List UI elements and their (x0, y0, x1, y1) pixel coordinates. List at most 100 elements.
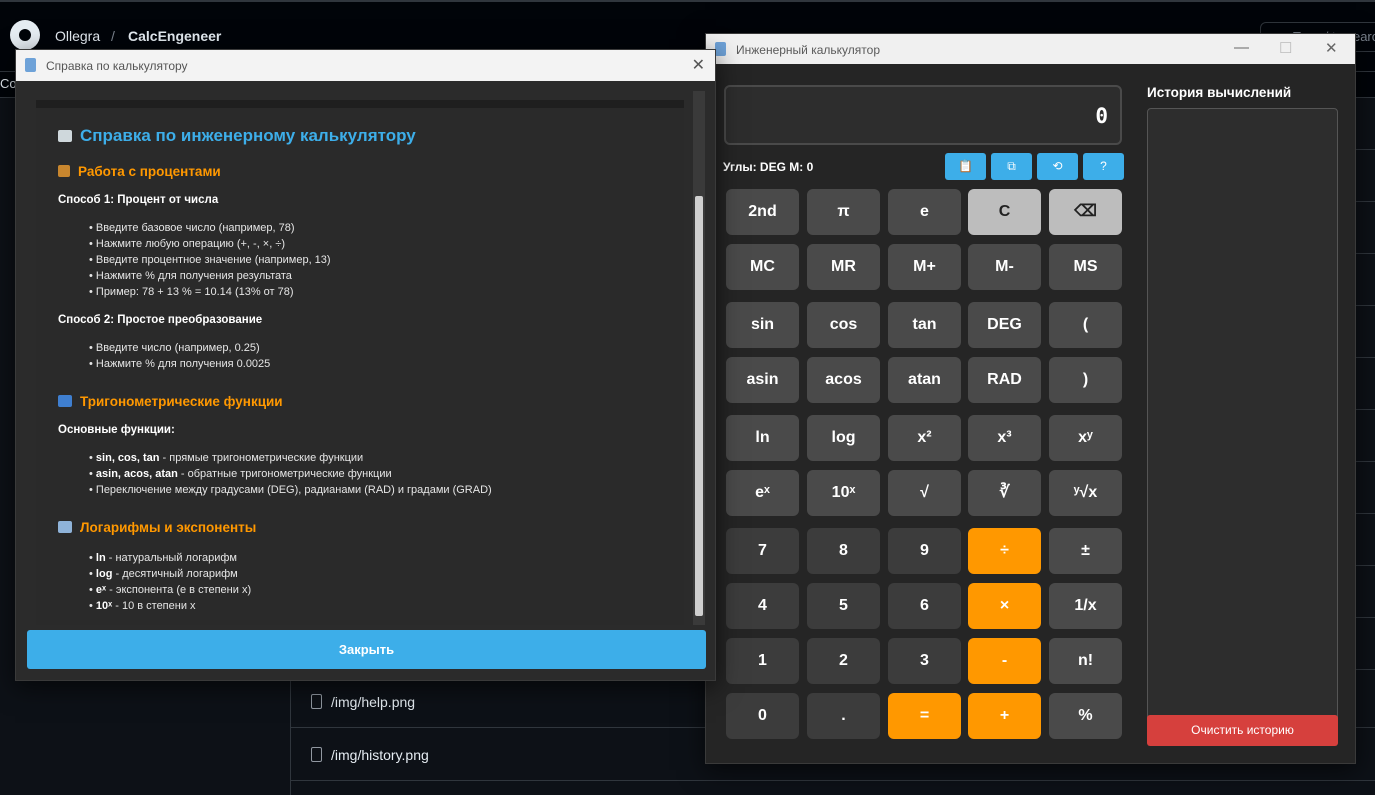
list-item: • 10ˣ - 10 в степени x (89, 600, 196, 612)
key-button[interactable]: 2 (807, 638, 880, 684)
key-button[interactable]: 9 (888, 528, 961, 574)
key-button[interactable]: × (968, 583, 1041, 629)
list-item: • Пример: 78 + 13 % = 10.14 (13% от 78) (89, 286, 294, 298)
key-button[interactable]: 1/x (1049, 583, 1122, 629)
breadcrumb-separator: / (111, 28, 115, 44)
minimize-icon[interactable]: — (1234, 39, 1249, 56)
list-item: • Введите число (например, 0.25) (89, 342, 260, 354)
help-window: Справка по калькулятору ✕ Справка по инж… (15, 49, 716, 681)
calc-titlebar[interactable]: Инженерный калькулятор — ☐ ✕ (706, 34, 1355, 64)
key-button[interactable]: . (807, 693, 880, 739)
key-button[interactable]: C (968, 189, 1041, 235)
list-item: • sin, cos, tan - прямые тригонометричес… (89, 452, 364, 464)
key-button[interactable]: acos (807, 357, 880, 403)
key-button[interactable]: e (888, 189, 961, 235)
key-button[interactable]: 0 (726, 693, 799, 739)
key-button[interactable]: RAD (968, 357, 1041, 403)
trig-list: • sin, cos, tan - прямые тригонометричес… (89, 450, 662, 498)
scrollbar-thumb[interactable] (695, 196, 703, 616)
list-item: • ln - натуральный логарифм (89, 552, 237, 564)
key-button[interactable]: atan (888, 357, 961, 403)
key-button[interactable]: n! (1049, 638, 1122, 684)
app-icon (25, 58, 36, 72)
key-button[interactable]: ʸ√x (1049, 470, 1122, 516)
close-icon[interactable]: ✕ (1325, 39, 1338, 57)
chart-icon (58, 521, 72, 533)
file-icon (311, 694, 322, 709)
key-button[interactable]: tan (888, 302, 961, 348)
numbers-icon (58, 395, 72, 407)
github-logo-icon[interactable] (10, 20, 40, 50)
calc-display: 0 (724, 85, 1122, 145)
key-button[interactable]: ± (1049, 528, 1122, 574)
method2-title: Способ 2: Простое преобразование (58, 314, 263, 326)
key-button[interactable]: ( (1049, 302, 1122, 348)
logs-list: • ln - натуральный логарифм • log - деся… (89, 550, 662, 614)
list-item: • Переключение между градусами (DEG), ра… (89, 484, 492, 496)
key-button[interactable]: M- (968, 244, 1041, 290)
copy-icon: ⧉ (1007, 159, 1016, 173)
key-button[interactable]: 5 (807, 583, 880, 629)
close-button[interactable]: Закрыть (27, 630, 706, 669)
key-button[interactable]: cos (807, 302, 880, 348)
history-button[interactable]: ⟲ (1037, 153, 1078, 180)
key-button[interactable]: 10ˣ (807, 470, 880, 516)
list-item: • Нажмите % для получения 0.0025 (89, 358, 271, 370)
key-button[interactable]: 4 (726, 583, 799, 629)
close-icon[interactable]: ✕ (692, 55, 705, 75)
key-button[interactable]: ln (726, 415, 799, 461)
key-button[interactable]: xʸ (1049, 415, 1122, 461)
key-button[interactable]: + (968, 693, 1041, 739)
key-button[interactable]: % (1049, 693, 1122, 739)
file-icon (311, 747, 322, 762)
display-value: 0 (1095, 104, 1108, 128)
key-button[interactable]: 3 (888, 638, 961, 684)
list-item: • Введите базовое число (например, 78) (89, 222, 295, 234)
scrollbar[interactable] (693, 91, 705, 625)
key-button[interactable]: log (807, 415, 880, 461)
key-button[interactable]: MR (807, 244, 880, 290)
file-name[interactable]: /img/history.png (331, 747, 429, 763)
key-button[interactable]: DEG (968, 302, 1041, 348)
history-list[interactable] (1147, 108, 1338, 736)
method1-title: Способ 1: Процент от числа (58, 194, 219, 206)
key-button[interactable]: 6 (888, 583, 961, 629)
key-button[interactable]: eˣ (726, 470, 799, 516)
breadcrumb-repo[interactable]: CalcEngeneer (128, 28, 221, 44)
key-button[interactable]: π (807, 189, 880, 235)
key-button[interactable]: = (888, 693, 961, 739)
maximize-icon[interactable]: ☐ (1279, 39, 1292, 57)
breadcrumb-owner[interactable]: Ollegra (55, 28, 100, 44)
section-trig: Тригонометрические функции (58, 394, 662, 409)
key-button[interactable]: 1 (726, 638, 799, 684)
key-button[interactable]: MC (726, 244, 799, 290)
key-button[interactable]: ∛ (968, 470, 1041, 516)
copy-button[interactable]: ⧉ (991, 153, 1032, 180)
paste-button[interactable]: 📋 (945, 153, 986, 180)
key-button[interactable]: asin (726, 357, 799, 403)
key-button[interactable]: 2nd (726, 189, 799, 235)
key-button[interactable]: x² (888, 415, 961, 461)
history-title: История вычислений (1147, 85, 1292, 100)
key-button[interactable]: √ (888, 470, 961, 516)
help-titlebar[interactable]: Справка по калькулятору ✕ (16, 50, 715, 81)
key-button[interactable]: 8 (807, 528, 880, 574)
help-content[interactable]: Справка по инженерному калькулятору Рабо… (36, 100, 684, 625)
key-button[interactable]: ⌫ (1049, 189, 1122, 235)
list-item: • asin, acos, atan - обратные тригономет… (89, 468, 392, 480)
key-button[interactable]: ÷ (968, 528, 1041, 574)
key-button[interactable]: - (968, 638, 1041, 684)
section-logs: Логарифмы и экспоненты (58, 520, 662, 535)
key-button[interactable]: sin (726, 302, 799, 348)
history-icon: ⟲ (1052, 159, 1063, 173)
key-button[interactable]: 7 (726, 528, 799, 574)
clear-history-button[interactable]: Очистить историю (1147, 715, 1338, 746)
help-button[interactable]: ? (1083, 153, 1124, 180)
file-name[interactable]: /img/help.png (331, 694, 415, 710)
money-bag-icon (58, 165, 70, 177)
key-button[interactable]: M+ (888, 244, 961, 290)
key-button[interactable]: ) (1049, 357, 1122, 403)
key-button[interactable]: x³ (968, 415, 1041, 461)
calculator-window: Инженерный калькулятор — ☐ ✕ 0 Углы: DEG… (705, 33, 1356, 764)
key-button[interactable]: MS (1049, 244, 1122, 290)
